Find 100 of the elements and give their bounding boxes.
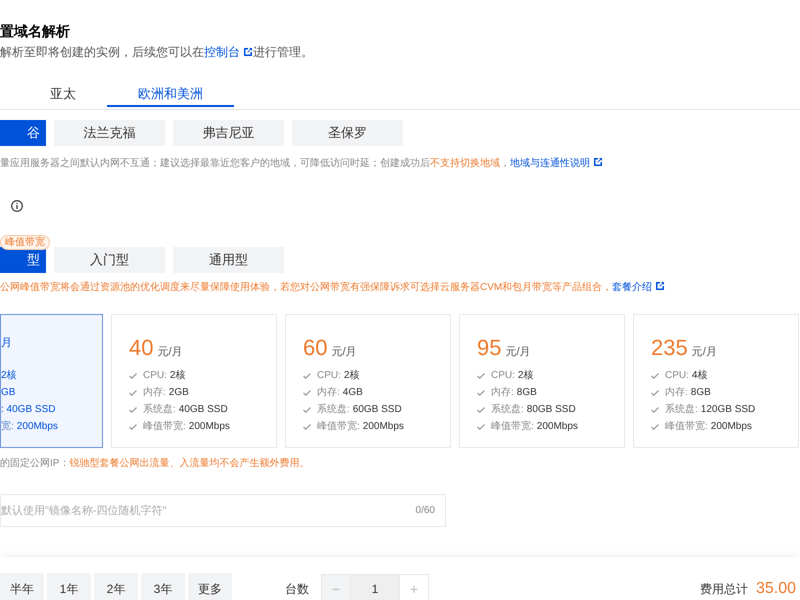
spec-value: 4GB	[342, 386, 363, 400]
spec-label: 宽:	[1, 420, 14, 434]
spec-value: 2核	[170, 369, 186, 383]
spec-value: 200Mbps	[536, 420, 578, 434]
ip-note: 的固定公网IP：锐驰型套餐公网出流量、入流量均不会产生额外费用。	[0, 456, 310, 470]
check-icon	[651, 424, 659, 430]
spec-label: CPU:	[665, 369, 689, 383]
spec-value: 60GB SSD	[352, 403, 402, 417]
spec-value: : 40GB SSD	[1, 403, 56, 417]
plan-price: 235	[651, 335, 688, 361]
console-link[interactable]: 控制台	[204, 45, 253, 59]
plan-card[interactable]: 月 2核 GB : 40GB SSD 宽: 200Mbps	[0, 314, 103, 448]
plan-type-button[interactable]: 入门型	[54, 247, 165, 273]
duration-button[interactable]: 半年	[0, 572, 44, 600]
spec-value: 2核	[344, 369, 360, 383]
spec-label: 峰值带宽:	[665, 420, 708, 434]
spec-label: CPU:	[143, 369, 167, 383]
check-icon	[303, 390, 311, 396]
spec-value: 2核	[518, 369, 534, 383]
external-link-icon	[243, 47, 253, 57]
spec-value: 200Mbps	[188, 420, 230, 434]
spec-value: 80GB SSD	[526, 403, 576, 417]
region-note: 量应用服务器之间默认内网不互通；建议选择最靠近您客户的地域，可降低访问时延；创建成功后不支持切换地域，地域与连通性说明	[0, 156, 800, 170]
character-counter: 0/60	[416, 505, 435, 516]
spec-label: 内存:	[317, 386, 340, 400]
duration-button[interactable]: 1年	[47, 572, 91, 600]
spec-label: 峰值带宽:	[143, 420, 186, 434]
check-icon	[477, 407, 485, 413]
description-text: 解析至即将创建的实例，后续您可以在控制台 进行管理。	[0, 44, 314, 61]
check-icon	[477, 390, 485, 396]
spec-value: 40GB SSD	[178, 403, 228, 417]
check-icon	[129, 407, 137, 413]
region-button[interactable]: 法兰克福	[54, 120, 165, 146]
check-icon	[129, 390, 137, 396]
duration-button[interactable]: 更多	[188, 572, 232, 600]
plan-card[interactable]: 40 元/月 CPU: 2核 内存: 2GB 系统盘: 40GB SSD 峰值带宽: 200Mbps	[111, 314, 277, 448]
region-tab[interactable]: 欧洲和美洲	[107, 83, 234, 107]
spec-label: CPU:	[317, 369, 341, 383]
spec-value: 8GB	[690, 386, 711, 400]
plan-type-button[interactable]: 型	[0, 247, 46, 273]
spec-label: CPU:	[491, 369, 515, 383]
plan-price: 95	[477, 335, 502, 361]
external-link-icon	[655, 281, 666, 291]
check-icon	[303, 407, 311, 413]
plan-price: 40	[129, 335, 154, 361]
check-icon	[303, 373, 311, 379]
spec-label: 系统盘:	[665, 403, 698, 417]
external-link-icon	[593, 157, 603, 167]
check-icon	[477, 373, 485, 379]
spec-value: 120GB SSD	[700, 403, 756, 417]
quantity-value[interactable]: 1	[350, 574, 400, 600]
plan-card[interactable]: 60 元/月 CPU: 2核 内存: 4GB 系统盘: 60GB SSD 峰值带宽: 200Mbps	[285, 314, 451, 448]
spec-label: 系统盘:	[143, 403, 176, 417]
region-button[interactable]: 圣保罗	[292, 120, 403, 146]
section-title: 置域名解析	[0, 22, 71, 41]
spec-label: 峰值带宽:	[491, 420, 534, 434]
check-icon	[303, 424, 311, 430]
region-tab[interactable]: 亚太	[19, 83, 107, 107]
spec-value: 2GB	[168, 386, 189, 400]
quantity-label: 台数	[285, 580, 309, 598]
spec-value: GB	[1, 386, 16, 400]
check-icon	[129, 373, 137, 379]
plan-note: 公网峰值带宽将会通过资源池的优化调度来尽量保障使用体验，若您对公网带宽有强保障诉求可选择云服务器CVM和包月带宽等产品组合，套餐介绍	[0, 280, 800, 294]
price-unit: 元/月	[692, 345, 717, 359]
plan-price: 60	[303, 335, 328, 361]
duration-button[interactable]: 2年	[94, 572, 138, 600]
name-field[interactable]: 默认使用"镜像名称-四位随机字符" 0/60	[0, 494, 446, 527]
check-icon	[129, 424, 137, 430]
region-button[interactable]: 谷	[0, 120, 46, 146]
price-unit: 元/月	[157, 345, 183, 359]
region-button[interactable]: 弗吉尼亚	[173, 120, 284, 146]
price-unit: 元/月	[331, 345, 357, 359]
info-icon	[11, 200, 23, 212]
total-amount: 35.00	[756, 580, 796, 598]
check-icon	[651, 390, 659, 396]
price-unit: 月	[1, 336, 12, 350]
plan-card[interactable]: 235 元/月 CPU: 4核 内存: 8GB 系统盘: 120GB SSD 峰值带宽: 200Mbps	[633, 314, 799, 448]
check-icon	[477, 424, 485, 430]
total-label: 费用总计	[700, 580, 748, 598]
spec-value: 2核	[1, 369, 17, 383]
spec-value: 200Mbps	[362, 420, 404, 434]
spec-value: 200Mbps	[710, 420, 752, 434]
plan-type-button[interactable]: 通用型	[173, 247, 284, 273]
spec-label: 系统盘:	[317, 403, 350, 417]
plan-link[interactable]: 套餐介绍	[612, 282, 666, 293]
spec-label: 内存:	[491, 386, 514, 400]
price-unit: 元/月	[505, 345, 531, 359]
spec-value: 200Mbps	[16, 420, 58, 434]
spec-value: 8GB	[516, 386, 537, 400]
duration-button[interactable]: 3年	[141, 572, 185, 600]
spec-label: 系统盘:	[491, 403, 524, 417]
plan-badge: 峰值带宽	[0, 235, 50, 250]
spec-label: 内存:	[143, 386, 166, 400]
check-icon	[651, 407, 659, 413]
plan-card[interactable]: 95 元/月 CPU: 2核 内存: 8GB 系统盘: 80GB SSD 峰值带宽: 200Mbps	[459, 314, 625, 448]
region-link[interactable]: 地域与连通性说明	[510, 158, 603, 169]
spec-label: 内存:	[665, 386, 688, 400]
spec-label: 峰值带宽:	[317, 420, 360, 434]
spec-value: 4核	[692, 369, 708, 383]
check-icon	[651, 373, 659, 379]
